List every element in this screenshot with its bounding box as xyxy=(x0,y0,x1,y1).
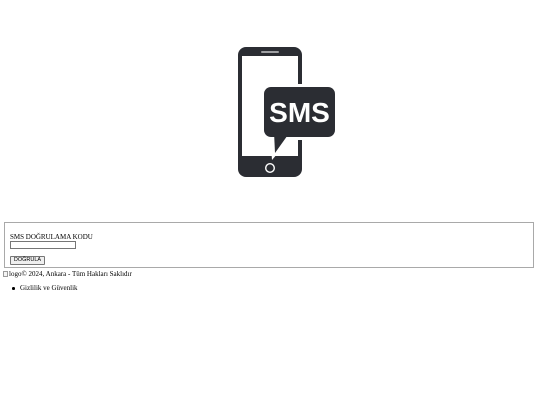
broken-image-icon xyxy=(3,271,8,277)
footer-links: Gizlilik ve Güvenlik xyxy=(12,284,78,292)
footer-link-item: Gizlilik ve Güvenlik xyxy=(12,284,78,292)
bullet-icon xyxy=(12,287,15,290)
sms-badge-text: SMS xyxy=(269,97,330,128)
logo-alt-text: logo xyxy=(9,270,22,278)
sms-code-input[interactable] xyxy=(10,241,76,249)
sms-code-label: SMS DOĞRULAMA KODU xyxy=(10,233,93,241)
sms-phone-icon: SMS xyxy=(232,44,338,180)
verify-button[interactable]: DOĞRULA xyxy=(10,256,45,265)
copyright-text: © 2024, Ankara - Tüm Hakları Saklıdır xyxy=(21,270,132,278)
privacy-security-link[interactable]: Gizlilik ve Güvenlik xyxy=(20,284,78,292)
footer: logo © 2024, Ankara - Tüm Hakları Saklıd… xyxy=(3,270,132,278)
sms-verification-form: SMS DOĞRULAMA KODU DOĞRULA xyxy=(4,222,534,268)
logo-image: logo xyxy=(3,270,21,278)
